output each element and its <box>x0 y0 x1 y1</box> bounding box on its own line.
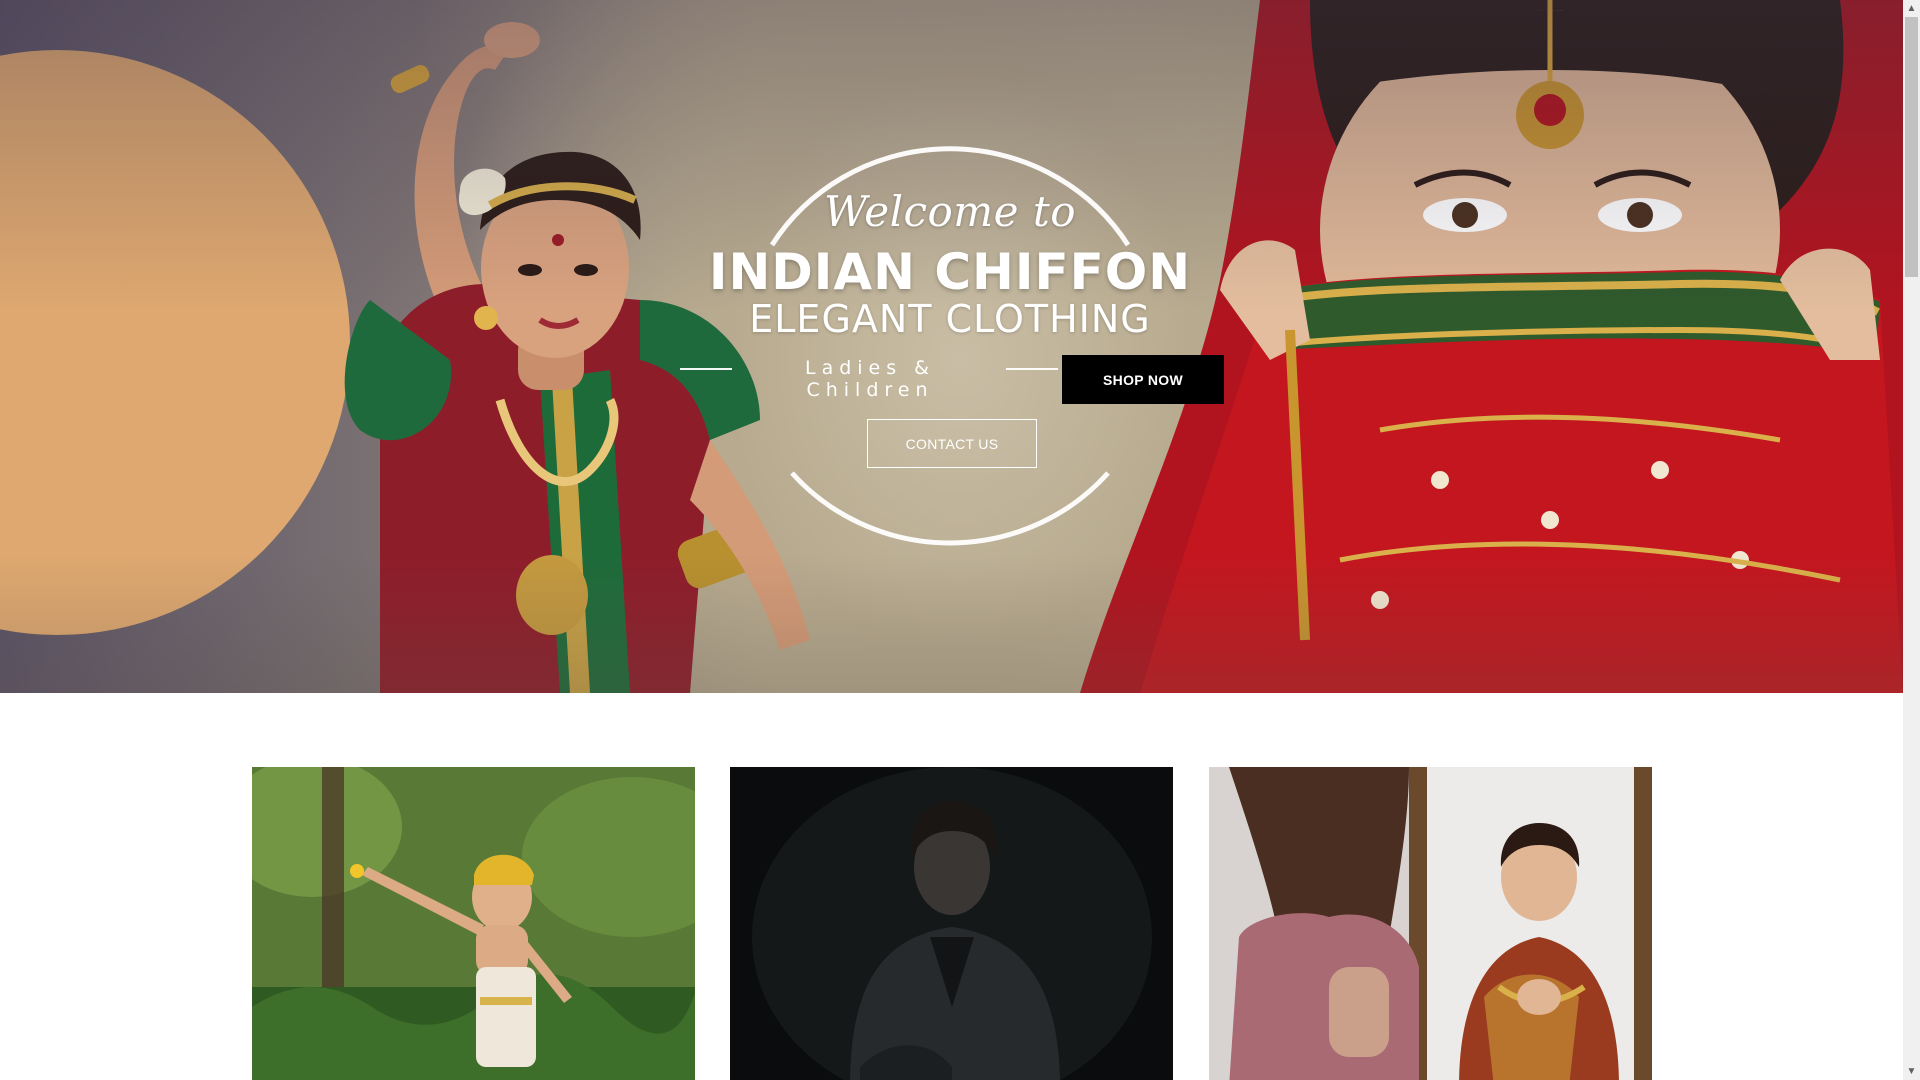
man-in-dark-blazer-image <box>730 767 1173 1080</box>
contact-us-button[interactable]: CONTACT US <box>867 419 1037 468</box>
scroll-down-icon[interactable]: ▼ <box>1903 1063 1920 1080</box>
page: Welcome to INDIAN CHIFFON ELEGANT CLOTHI… <box>0 0 1920 1080</box>
ladies-collection-card[interactable] <box>1209 767 1652 1080</box>
subtitle-text: Ladies & Children <box>804 357 935 401</box>
shop-now-button[interactable]: SHOP NOW <box>1062 355 1224 404</box>
subtitle-divider-right <box>1006 368 1058 370</box>
scroll-up-icon[interactable]: ▲ <box>1903 0 1920 17</box>
subtitle-divider-left <box>680 368 732 370</box>
scroll-thumb[interactable] <box>1905 17 1918 277</box>
brand-title: INDIAN CHIFFON <box>708 243 1192 301</box>
children-collection-card[interactable] <box>252 767 695 1080</box>
page-scrollbar[interactable]: ▲ ▼ <box>1903 0 1920 1080</box>
child-in-garden-image <box>252 767 695 1080</box>
brand-tagline: ELEGANT CLOTHING <box>749 297 1151 341</box>
hero-banner: Welcome to INDIAN CHIFFON ELEGANT CLOTHI… <box>0 0 1903 693</box>
woman-draping-saree-mirror-image <box>1209 767 1652 1080</box>
hero-headline-block: Welcome to INDIAN CHIFFON ELEGANT CLOTHI… <box>680 135 1224 555</box>
collection-cards <box>0 693 1903 1080</box>
men-collection-card[interactable] <box>730 767 1173 1080</box>
welcome-script-text: Welcome to <box>823 187 1077 236</box>
